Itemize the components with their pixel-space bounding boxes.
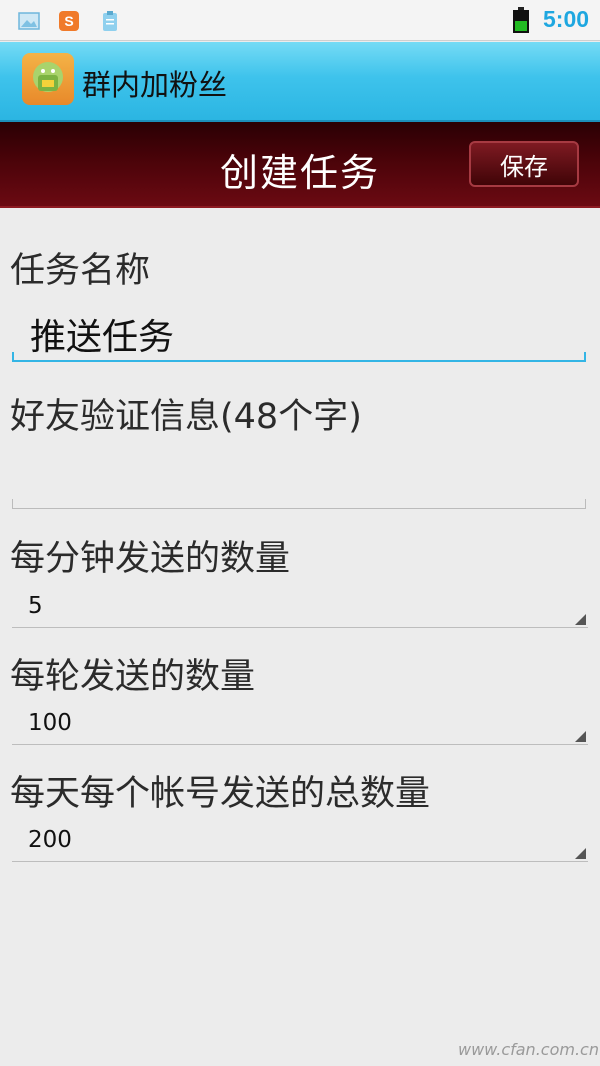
watermark: www.cfan.com.cn bbox=[458, 1040, 599, 1059]
per-account-daily-dropdown-icon[interactable] bbox=[575, 848, 586, 859]
per-round-label: 每轮发送的数量 bbox=[10, 657, 256, 697]
per-minute-label: 每分钟发送的数量 bbox=[10, 539, 291, 579]
per-minute-dropdown-icon[interactable] bbox=[575, 614, 586, 625]
battery-icon bbox=[513, 7, 529, 33]
task-header: 创建任务 保存 bbox=[0, 122, 600, 208]
verify-message-input[interactable] bbox=[30, 450, 570, 494]
android-app-icon[interactable] bbox=[22, 53, 74, 105]
app-bar: 群内加粉丝 bbox=[0, 42, 600, 122]
per-round-spinner[interactable]: 100 bbox=[28, 710, 72, 736]
verify-message-underline bbox=[12, 499, 586, 509]
task-name-underline bbox=[12, 352, 586, 362]
gallery-icon bbox=[18, 12, 40, 30]
per-minute-spinner[interactable]: 5 bbox=[28, 593, 43, 619]
app-title: 群内加粉丝 bbox=[82, 68, 228, 102]
per-account-daily-spinner[interactable]: 200 bbox=[28, 827, 72, 853]
per-account-daily-underline bbox=[12, 861, 588, 862]
save-button[interactable]: 保存 bbox=[469, 141, 579, 187]
verify-message-label: 好友验证信息(48个字) bbox=[10, 397, 362, 437]
per-account-daily-label: 每天每个帐号发送的总数量 bbox=[10, 774, 431, 814]
status-time: 5:00 bbox=[543, 6, 590, 32]
status-bar: S 5:00 bbox=[0, 0, 600, 41]
per-round-underline bbox=[12, 744, 588, 745]
task-name-label: 任务名称 bbox=[10, 251, 151, 291]
sogou-input-icon: S bbox=[59, 11, 79, 31]
per-minute-underline bbox=[12, 627, 588, 628]
svg-text:S: S bbox=[64, 13, 73, 29]
per-round-dropdown-icon[interactable] bbox=[575, 731, 586, 742]
clipboard-icon bbox=[103, 11, 117, 31]
